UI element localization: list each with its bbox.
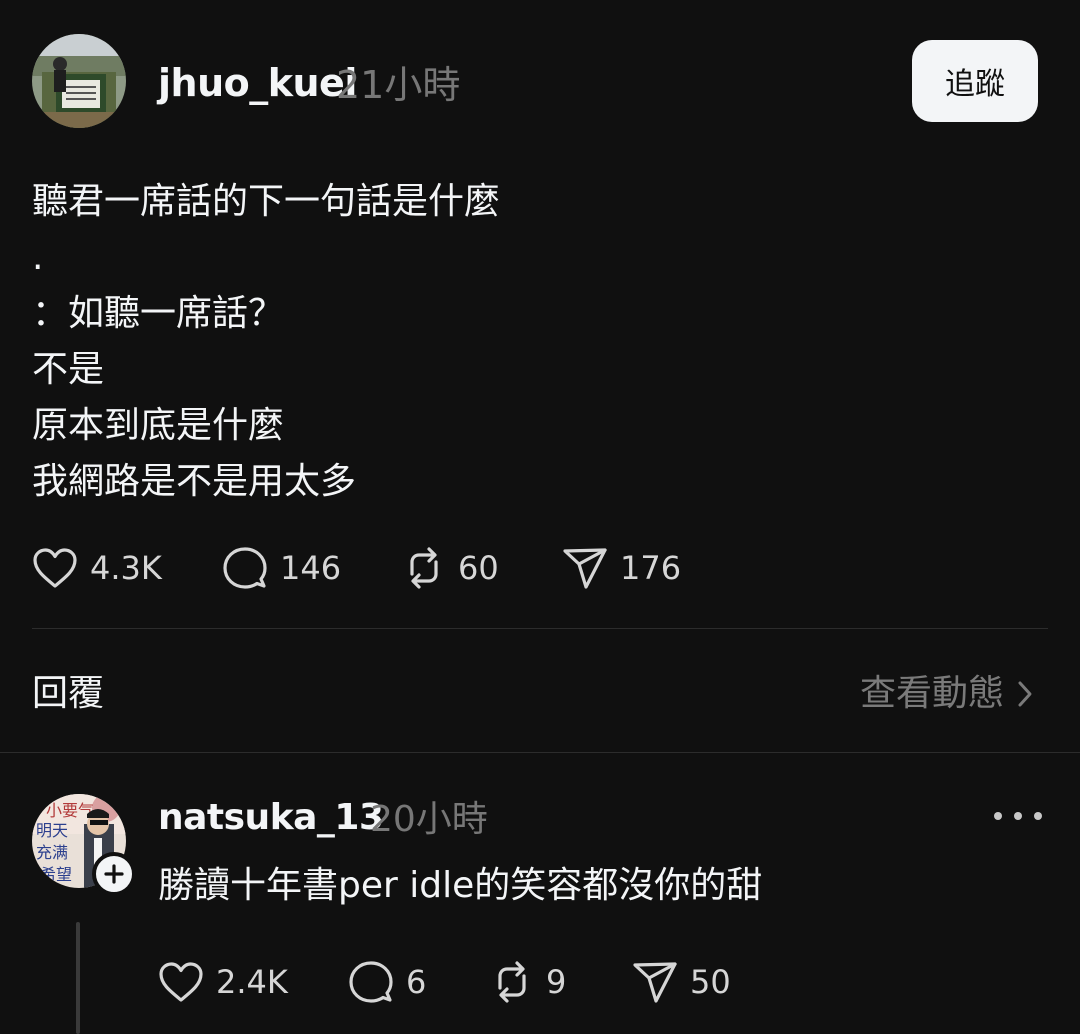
comment-count: 146	[280, 549, 342, 587]
like-button[interactable]: 4.3K	[32, 538, 162, 598]
reply-share-count: 50	[690, 963, 731, 1001]
author-username[interactable]: jhuo_kuei	[158, 58, 357, 108]
follow-plus-button[interactable]	[92, 852, 136, 896]
repost-count: 60	[458, 549, 499, 587]
reply-actions: 2.4K 6 9 50	[158, 952, 858, 1012]
like-count: 4.3K	[90, 549, 162, 587]
heart-icon	[33, 548, 77, 588]
repost-icon	[410, 547, 438, 589]
divider	[0, 752, 1080, 753]
comment-icon	[223, 547, 267, 589]
reply-repost-button[interactable]: 9	[490, 952, 566, 1012]
view-activity-link[interactable]: 查看動態	[860, 668, 1034, 720]
more-options-button[interactable]	[994, 800, 1042, 832]
svg-text:希望: 希望	[40, 865, 72, 884]
reply-comment-button[interactable]: 6	[348, 952, 426, 1012]
comment-icon	[349, 961, 393, 1003]
reply-like-count: 2.4K	[216, 963, 288, 1001]
thread-line	[76, 922, 80, 1034]
post-line: .	[32, 237, 44, 278]
svg-text:明天: 明天	[36, 821, 68, 840]
plus-icon	[104, 864, 124, 884]
heart-icon	[159, 962, 203, 1002]
reply-username[interactable]: natsuka_13	[158, 794, 384, 842]
view-activity-label: 查看動態	[859, 673, 1004, 714]
svg-text:充满: 充满	[36, 843, 68, 862]
follow-button[interactable]: 追蹤	[912, 40, 1038, 122]
chevron-right-icon	[1018, 681, 1032, 707]
replies-title: 回覆	[32, 673, 105, 714]
post-line: ：如聽一席話？	[32, 293, 285, 334]
share-icon	[563, 548, 607, 589]
post-text: 聽君一席話的下一句話是什麼 . ：如聽一席話？ 不是 原本到底是什麼 我網路是不…	[32, 174, 1032, 510]
post-actions: 4.3K 146 60 176	[32, 538, 732, 598]
thread-page: jhuo_kuei 21小時 追蹤 聽君一席話的下一句話是什麼 . ：如聽一席話…	[0, 0, 1080, 1034]
reply-comment-count: 6	[406, 963, 427, 1001]
reply-share-button[interactable]: 50	[632, 952, 731, 1012]
divider	[32, 628, 1048, 629]
svg-text:小要气: 小要气	[46, 801, 94, 820]
post-line: 我網路是不是用太多	[32, 461, 357, 502]
reply-timestamp: 20小時	[370, 799, 488, 840]
repost-button[interactable]: 60	[402, 538, 499, 598]
more-icon-dot	[1034, 812, 1042, 820]
comment-button[interactable]: 146	[222, 538, 341, 598]
more-icon-dot	[1014, 812, 1022, 820]
share-button[interactable]: 176	[562, 538, 681, 598]
post-line: 不是	[32, 349, 105, 390]
reply-text: 勝讀十年書per idle的笑容都沒你的甜	[158, 865, 763, 906]
share-icon	[633, 962, 677, 1003]
post-line: 原本到底是什麼	[32, 405, 285, 446]
post-line: 聽君一席話的下一句話是什麼	[32, 181, 501, 222]
repost-icon	[498, 961, 526, 1003]
more-icon-dot	[994, 812, 1002, 820]
reply-repost-count: 9	[546, 963, 567, 1001]
share-count: 176	[620, 549, 682, 587]
author-avatar[interactable]	[32, 34, 126, 128]
reply-like-button[interactable]: 2.4K	[158, 952, 288, 1012]
post-timestamp: 21小時	[336, 63, 461, 107]
